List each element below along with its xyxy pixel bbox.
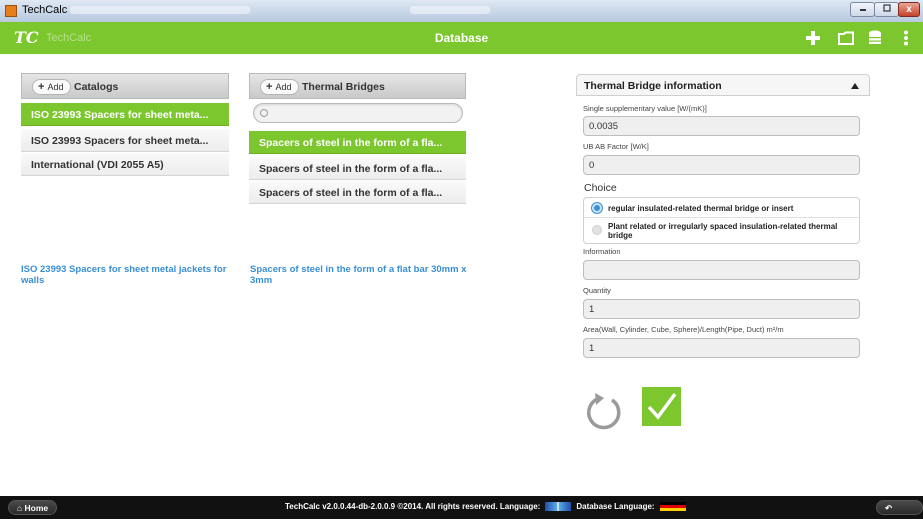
quantity-label: Quantity xyxy=(583,286,611,295)
info-panel-header[interactable]: Thermal Bridge information xyxy=(576,74,870,96)
footer-bar: ⌂ Home TechCalc v2.0.0.44-db-2.0.0.9 ©20… xyxy=(0,496,923,527)
minimize-icon[interactable] xyxy=(850,2,875,17)
confirm-button[interactable] xyxy=(642,387,681,426)
window-title: TechCalc xyxy=(22,4,68,16)
bridge-search-input[interactable] xyxy=(253,103,463,123)
folder-icon[interactable] xyxy=(838,30,854,46)
bridges-title: Thermal Bridges xyxy=(302,81,385,93)
ub-factor-field[interactable]: 0 xyxy=(583,155,860,175)
more-vertical-icon[interactable] xyxy=(903,30,909,46)
page-title: Database xyxy=(434,31,489,45)
close-icon[interactable]: x xyxy=(898,2,920,17)
quantity-field[interactable]: 1 xyxy=(583,299,860,319)
choice-option-label: regular insulated-related thermal bridge… xyxy=(608,204,794,213)
maximize-icon[interactable] xyxy=(874,2,899,17)
information-field[interactable] xyxy=(583,260,860,280)
copyright-text: TechCalc v2.0.0.44-db-2.0.0.9 ©2014. All… xyxy=(285,502,541,511)
catalogs-title: Catalogs xyxy=(74,81,119,93)
choice-option-plant-related[interactable]: Plant related or irregularly spaced insu… xyxy=(584,218,859,244)
chevron-up-icon xyxy=(851,83,859,89)
add-label: Add xyxy=(275,81,292,92)
app-header: TC TechCalc Database xyxy=(0,22,923,54)
ub-factor-label: UB AB Factor [W/K] xyxy=(583,142,649,151)
plus-icon: + xyxy=(266,80,273,93)
bridge-item[interactable]: Spacers of steel in the form of a fla... xyxy=(249,181,466,204)
area-field[interactable]: 1 xyxy=(583,338,860,358)
add-catalog-button[interactable]: + Add xyxy=(32,79,72,95)
app-icon xyxy=(5,5,17,17)
back-icon: ↶ xyxy=(885,503,893,513)
language-flag-icon[interactable] xyxy=(545,502,572,511)
reset-icon[interactable] xyxy=(582,389,626,433)
db-language-label: Database Language: xyxy=(576,502,655,511)
add-label: Add xyxy=(47,81,64,92)
checkmark-icon xyxy=(647,392,677,420)
radio-unselected-icon xyxy=(592,225,602,235)
blurred-tab-strip xyxy=(410,6,490,14)
single-value-field[interactable]: 0.0035 xyxy=(583,116,860,136)
choice-radio-group: regular insulated-related thermal bridge… xyxy=(583,197,860,244)
window-titlebar: TechCalc x xyxy=(0,0,923,22)
information-label: Information xyxy=(583,247,621,256)
search-icon xyxy=(260,109,268,117)
home-label: Home xyxy=(24,503,49,513)
info-title: Thermal Bridge information xyxy=(584,80,722,92)
bridge-item[interactable]: Spacers of steel in the form of a fla... xyxy=(249,131,466,154)
area-label: Area(Wall, Cylinder, Cube, Sphere)/Lengt… xyxy=(583,325,784,334)
catalog-item[interactable]: ISO 23993 Spacers for sheet meta... xyxy=(21,103,229,126)
catalog-item[interactable]: International (VDI 2055 A5) xyxy=(21,153,229,176)
catalog-item[interactable]: ISO 23993 Spacers for sheet meta... xyxy=(21,129,229,152)
catalogs-header: + Add Catalogs xyxy=(21,73,229,99)
home-icon: ⌂ xyxy=(17,503,23,513)
single-value-label: Single supplementary value [W/(mK)] xyxy=(583,104,707,113)
choice-label: Choice xyxy=(584,182,617,194)
footer-status: TechCalc v2.0.0.44-db-2.0.0.9 ©2014. All… xyxy=(285,502,688,511)
selected-catalog-name: ISO 23993 Spacers for sheet metal jacket… xyxy=(21,264,227,286)
db-language-flag-icon[interactable] xyxy=(659,502,686,511)
radio-selected-icon xyxy=(592,203,602,213)
choice-option-regular[interactable]: regular insulated-related thermal bridge… xyxy=(584,198,859,218)
plus-icon: + xyxy=(38,80,45,93)
choice-option-label: Plant related or irregularly spaced insu… xyxy=(608,222,838,240)
plus-icon[interactable] xyxy=(805,30,821,46)
database-icon[interactable] xyxy=(868,30,882,46)
selected-bridge-name: Spacers of steel in the form of a flat b… xyxy=(250,264,467,286)
bridge-item[interactable]: Spacers of steel in the form of a fla... xyxy=(249,157,466,180)
back-button[interactable]: ↶ Back xyxy=(876,500,923,527)
bridges-header: + Add Thermal Bridges xyxy=(249,73,466,99)
blurred-tab-strip xyxy=(70,6,250,14)
home-button[interactable]: ⌂ Home xyxy=(8,500,58,515)
add-bridge-button[interactable]: + Add xyxy=(260,79,300,95)
